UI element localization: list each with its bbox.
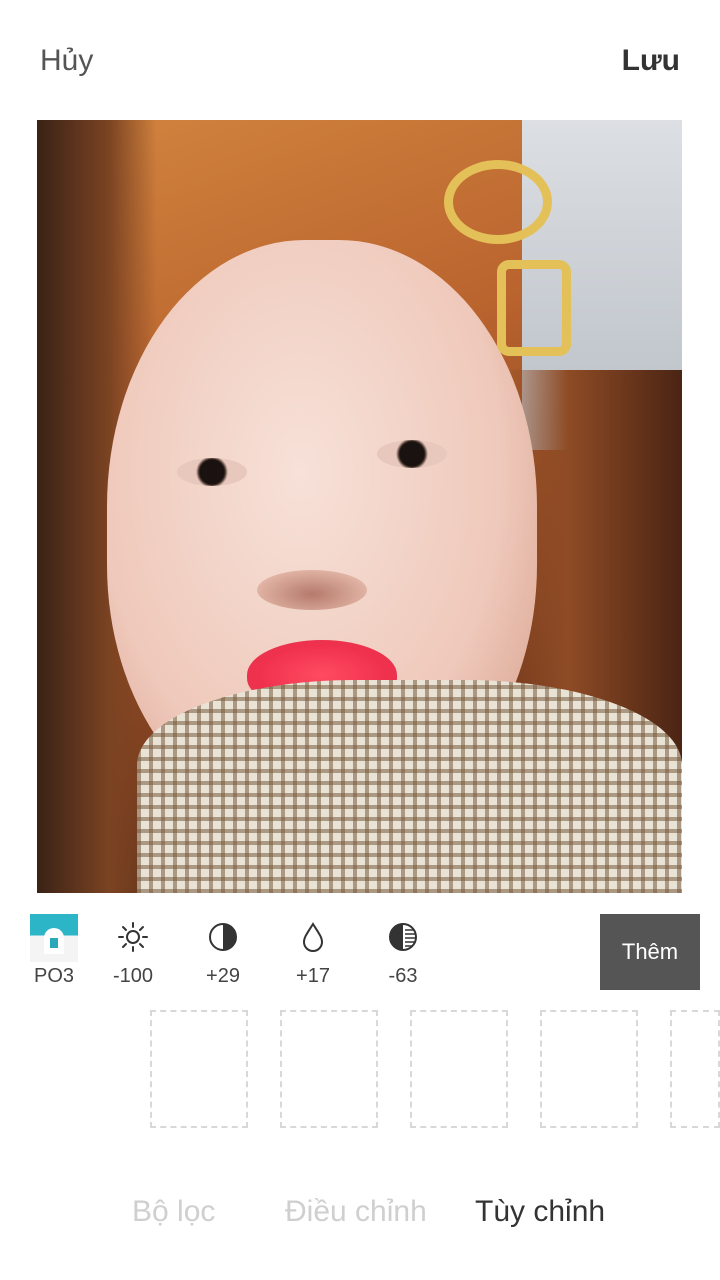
tab-filters[interactable]: Bộ lọc <box>132 1195 215 1229</box>
saturation-value: +17 <box>296 965 330 987</box>
cancel-button[interactable]: Hủy <box>40 44 93 78</box>
tab-custom[interactable]: Tùy chỉnh <box>475 1195 605 1229</box>
contrast-icon <box>209 923 237 951</box>
preset-thumbnail-icon <box>30 914 78 962</box>
photo-preview <box>37 120 682 893</box>
preset-label: PO3 <box>33 965 75 987</box>
custom-slots <box>0 1010 720 1130</box>
photo-eye-right <box>377 440 447 468</box>
custom-slot[interactable] <box>280 1010 378 1128</box>
contrast-value: +29 <box>206 965 240 987</box>
brightness-icon <box>118 922 148 952</box>
exposure-icon <box>389 923 417 951</box>
photo-eye-left <box>177 458 247 486</box>
photo-scarf <box>137 680 682 893</box>
bottom-tabs: Bộ lọc Điều chỉnh Tùy chỉnh <box>0 1195 720 1255</box>
photo-hair-clip <box>497 260 571 356</box>
custom-slot[interactable] <box>670 1010 720 1128</box>
photo-hair-clip <box>444 160 552 244</box>
photo-nose <box>257 570 367 610</box>
tab-adjust[interactable]: Điều chỉnh <box>285 1195 427 1229</box>
more-button[interactable]: Thêm <box>600 914 700 990</box>
custom-slot[interactable] <box>150 1010 248 1128</box>
custom-slot[interactable] <box>540 1010 638 1128</box>
custom-slot[interactable] <box>410 1010 508 1128</box>
adjust-toolbar: PO3 -100 +29 +17 -63 Thêm <box>0 910 720 1000</box>
exposure-value: -63 <box>388 965 418 987</box>
top-bar: Hủy Lưu <box>0 0 720 120</box>
save-button[interactable]: Lưu <box>622 44 680 78</box>
brightness-value: -100 <box>112 965 154 987</box>
saturation-drop-icon <box>302 922 324 952</box>
